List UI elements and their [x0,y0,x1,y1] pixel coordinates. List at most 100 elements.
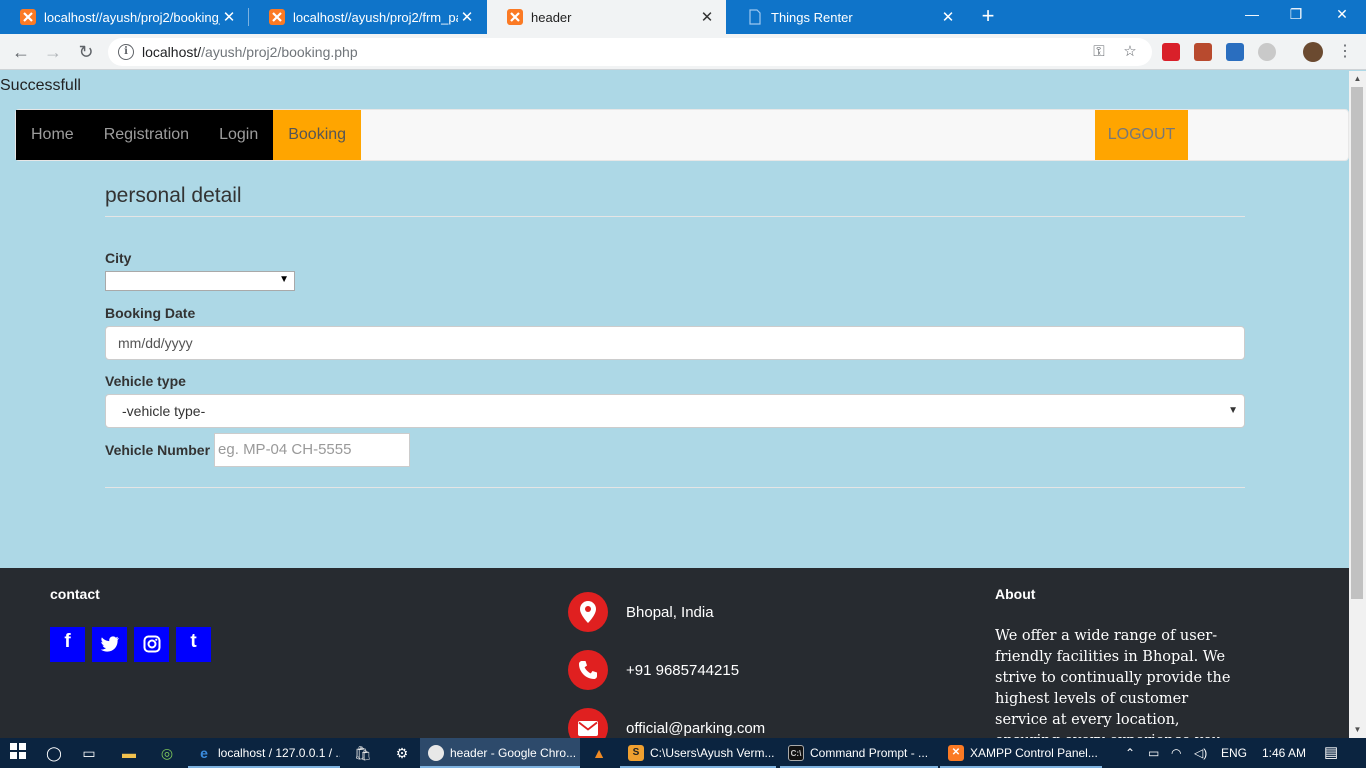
taskbar-app-label: XAMPP Control Panel... [970,746,1098,760]
vehicle-number-row: Vehicle Number eg. MP-04 CH-5555 [105,433,1245,467]
logout-button[interactable]: LOGOUT [1095,110,1188,160]
instagram-icon[interactable] [134,627,169,662]
extension-icon[interactable] [1258,43,1276,61]
contact-email: official@parking.com [568,708,765,738]
nav-links: Home Registration Login Booking [16,110,362,160]
scrollbar-thumb[interactable] [1351,87,1363,599]
chrome-icon [428,745,444,761]
shield-extension-icon[interactable] [1162,43,1180,61]
task-view-icon[interactable]: ▭ [79,743,99,763]
chevron-up-icon[interactable]: ⌃ [1125,738,1135,768]
taskbar-app-active[interactable]: header - Google Chro... [420,738,580,768]
form-divider [105,487,1245,488]
taskbar-app[interactable]: ✕ XAMPP Control Panel... [940,738,1102,768]
vlc-icon[interactable]: ▲ [589,743,609,763]
clock[interactable]: 1:46 AM [1262,738,1306,768]
booking-date-input[interactable]: mm/dd/yyyy [105,326,1245,360]
contact-heading: contact [50,586,100,602]
edge-icon: e [200,745,208,761]
url-text[interactable]: localhost//ayush/proj2/booking.php [142,44,358,60]
tab-close-icon[interactable]: ✕ [220,8,238,26]
minimize-icon[interactable]: — [1230,0,1274,30]
network-icon[interactable]: ▭ [1148,738,1159,768]
browser-tab[interactable]: localhost//ayush/proj2/frm_parki ✕ [249,0,486,34]
search-circle-icon[interactable]: ◯ [44,743,64,763]
phone-icon [568,650,608,690]
form-legend: personal detail [105,184,1245,217]
site-info-icon[interactable]: i [118,44,134,60]
main-navbar: Home Registration Login Booking LOGOUT [15,109,1349,161]
wifi-icon[interactable]: ◠ [1171,738,1181,768]
tab-title: header [531,9,572,25]
nav-login[interactable]: Login [204,110,273,160]
menu-dots-icon[interactable]: ⋮ [1333,40,1357,64]
notifications-icon[interactable]: ▤ [1324,738,1338,768]
bookmark-star-icon[interactable]: ☆ [1121,43,1139,61]
city-select[interactable]: ▼ [105,271,295,291]
tumblr-icon[interactable]: t [176,627,211,662]
reload-icon[interactable]: ↻ [74,40,98,64]
language-indicator[interactable]: ENG [1221,738,1247,768]
xampp-icon: ✕ [948,745,964,761]
back-arrow-icon[interactable]: ← [9,40,33,64]
booking-form: personal detail City ▼ Booking Date mm/d… [105,184,1245,620]
store-icon[interactable]: 🛍 [353,743,373,763]
address-bar[interactable]: i localhost//ayush/proj2/booking.php ⚿ ☆ [108,38,1152,66]
status-message: Successfull [0,77,81,94]
chevron-down-icon: ▼ [279,274,289,285]
facebook-icon[interactable]: f [50,627,85,662]
tab-title: localhost//ayush/proj2/booking_ [44,9,220,25]
tab-close-icon[interactable]: ✕ [458,8,476,26]
taskbar-app[interactable]: S C:\Users\Ayush Verm... [620,738,776,768]
vehicle-number-input[interactable]: eg. MP-04 CH-5555 [214,433,411,467]
tab-close-icon[interactable]: ✕ [939,8,957,26]
chevron-down-icon: ▼ [1228,405,1238,416]
taskbar-app[interactable]: e localhost / 127.0.0.1 / ... [188,738,340,768]
scroll-up-icon[interactable]: ▲ [1349,71,1366,87]
tab-close-icon[interactable]: ✕ [698,8,716,26]
booking-date-placeholder: mm/dd/yyyy [118,335,193,351]
twitter-icon[interactable] [92,627,127,662]
file-explorer-icon[interactable]: ▬ [119,743,139,763]
command-prompt-icon: C:\ [788,745,804,761]
forward-arrow-icon[interactable]: → [41,40,65,64]
taskbar-app-label: C:\Users\Ayush Verm... [650,746,775,760]
windows-taskbar: ◯ ▭ ▬ ◎ e localhost / 127.0.0.1 / ... 🛍 … [0,738,1366,768]
key-icon[interactable]: ⚿ [1090,43,1108,61]
taskbar-app-label: Command Prompt - ... [810,746,929,760]
nav-home[interactable]: Home [16,110,89,160]
city-label: City [105,250,132,266]
app-icon[interactable]: ◎ [157,743,177,763]
page-scrollbar[interactable]: ▲ ▼ [1349,71,1366,738]
restore-icon[interactable]: ❐ [1274,0,1318,30]
new-tab-button[interactable]: + [976,4,1000,30]
about-text: We offer a wide range of user-friendly f… [995,628,1231,738]
browser-tab[interactable]: Things Renter ✕ [727,0,967,34]
nav-registration[interactable]: Registration [89,110,204,160]
email-text[interactable]: official@parking.com [626,720,765,737]
taskbar-app[interactable]: C:\ Command Prompt - ... [780,738,938,768]
booking-date-label: Booking Date [105,305,196,321]
profile-avatar[interactable] [1303,42,1323,62]
extension-icon[interactable] [1226,43,1244,61]
envelope-icon [568,708,608,738]
nav-booking[interactable]: Booking [273,110,362,160]
scroll-down-icon[interactable]: ▼ [1349,722,1366,738]
taskbar-app-label: header - Google Chro... [450,746,577,760]
vehicle-type-value: -vehicle type- [122,403,206,419]
vehicle-type-select[interactable]: -vehicle type- ▼ [105,394,1245,428]
browser-tab-active[interactable]: header ✕ [487,0,726,34]
windows-start-icon[interactable] [8,743,28,763]
page-icon [749,9,761,25]
url-path: /ayush/proj2/booking.php [201,44,358,60]
volume-icon[interactable]: ◁) [1194,738,1207,768]
location-text: Bhopal, India [626,603,714,621]
social-links: f t [50,627,211,662]
page-viewport: Successfull Home Registration Login Book… [0,71,1349,738]
browser-tab[interactable]: localhost//ayush/proj2/booking_ ✕ [0,0,248,34]
close-window-icon[interactable]: ✕ [1320,0,1364,30]
pdf-extension-icon[interactable] [1194,43,1212,61]
app-icon[interactable]: ⚙ [392,743,412,763]
tab-title: localhost//ayush/proj2/frm_parki [293,9,458,25]
browser-tab-strip: localhost//ayush/proj2/booking_ ✕ localh… [0,0,1366,34]
